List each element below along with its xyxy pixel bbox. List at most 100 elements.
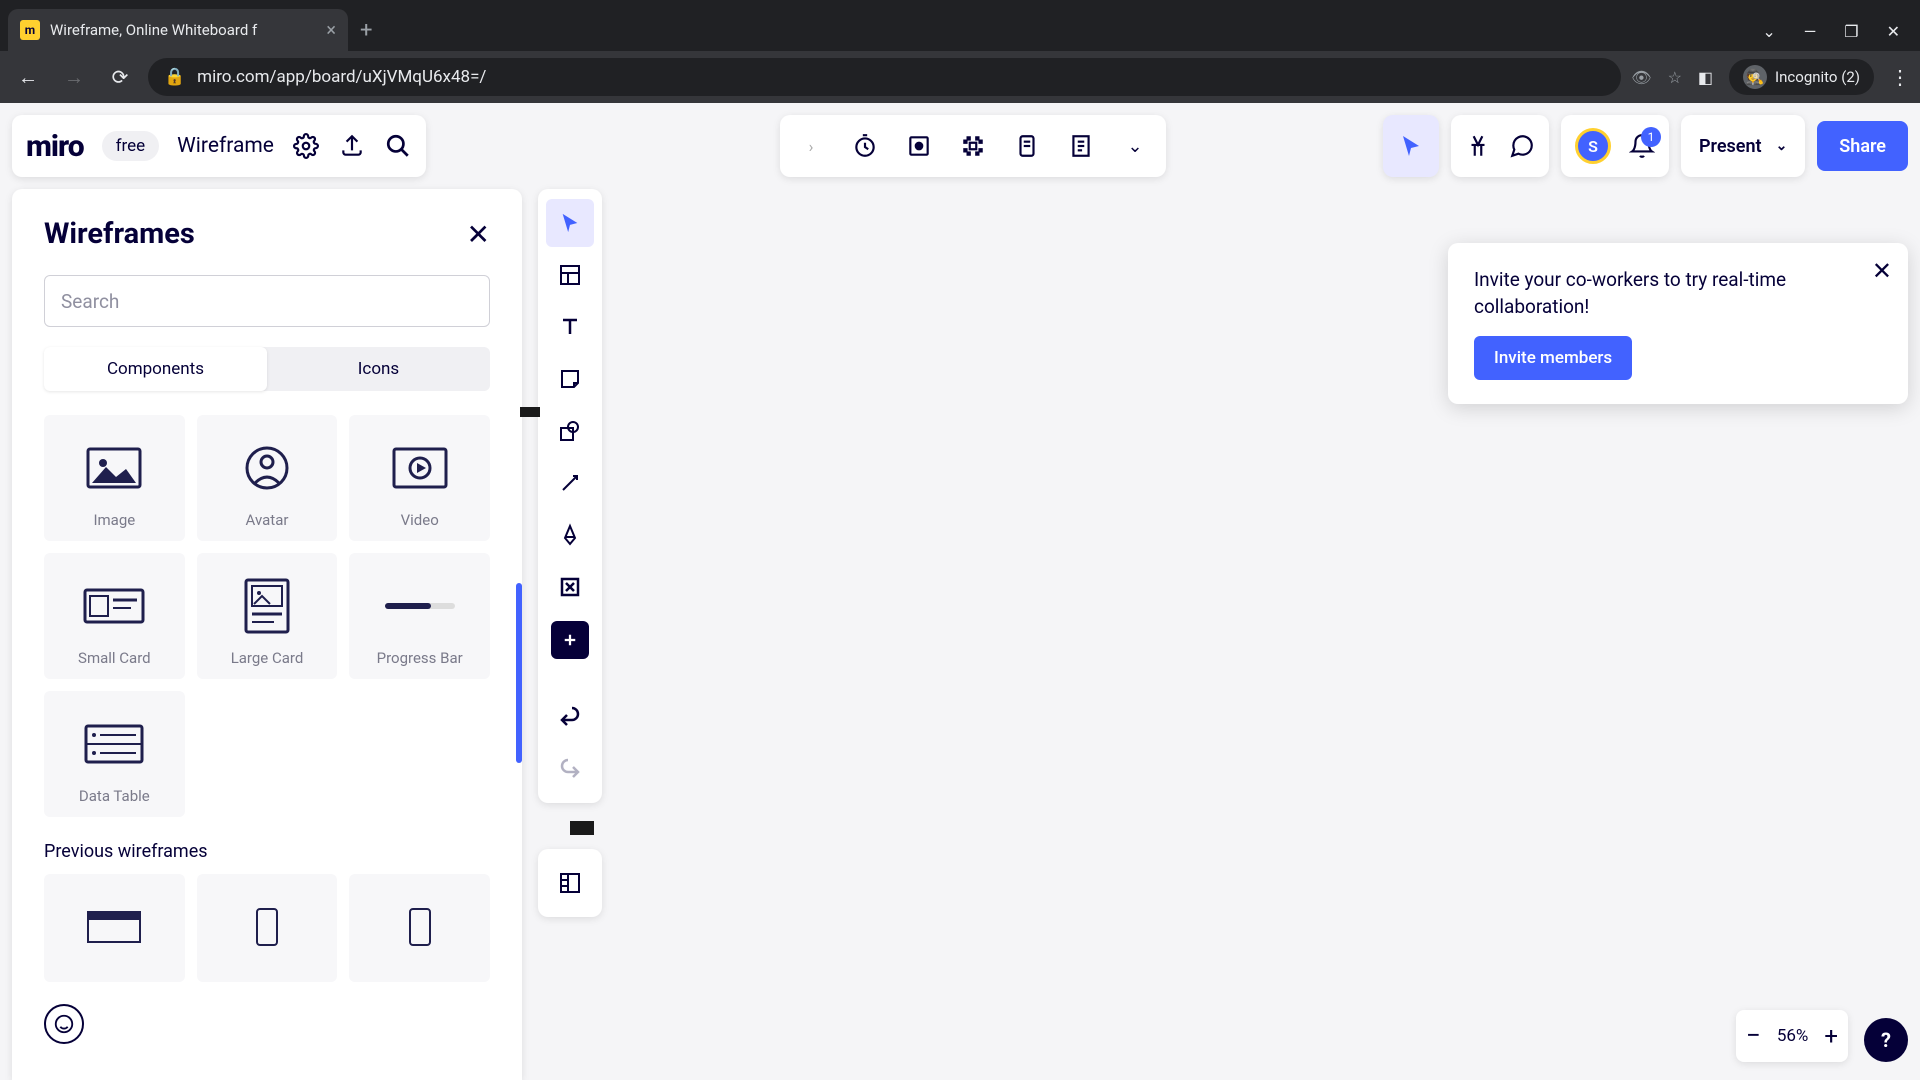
minimize-icon[interactable]: ―	[1804, 22, 1817, 41]
tabs-dropdown-icon[interactable]: ⌄	[1762, 22, 1775, 41]
component-label: Small Card	[52, 649, 177, 667]
notifications-button[interactable]: 1	[1629, 133, 1655, 159]
component-label: Image	[52, 511, 177, 529]
kebab-menu-icon[interactable]: ⋮	[1890, 65, 1910, 89]
reactions-icon[interactable]	[1465, 133, 1491, 159]
previous-wireframes-title: Previous wireframes	[44, 841, 490, 862]
text-tool[interactable]	[546, 303, 594, 351]
redo-button[interactable]	[546, 745, 594, 793]
frame-label[interactable]: Copy of Phone	[770, 365, 900, 389]
zoom-level[interactable]: 56%	[1777, 1026, 1809, 1046]
select-tool[interactable]	[546, 199, 594, 247]
url-text: miro.com/app/board/uXjVMqU6x48=/	[197, 67, 486, 87]
forward-button[interactable]: →	[56, 59, 92, 95]
export-icon[interactable]	[338, 132, 366, 160]
board-name[interactable]: Wireframe	[177, 134, 274, 158]
help-button[interactable]: ?	[1864, 1018, 1908, 1062]
comments-icon[interactable]	[1509, 133, 1535, 159]
note-icon[interactable]	[1064, 129, 1098, 163]
user-avatar[interactable]: S	[1575, 128, 1611, 164]
reload-button[interactable]: ⟳	[102, 59, 138, 95]
present-label: Present	[1699, 136, 1762, 157]
previous-wireframe-item[interactable]	[349, 874, 490, 982]
previous-wireframe-item[interactable]	[197, 874, 338, 982]
side-panel-icon[interactable]: ◧	[1698, 68, 1713, 87]
panel-tab-switch: Components Icons	[44, 347, 490, 391]
connection-line-tool[interactable]	[546, 459, 594, 507]
bookmark-star-icon[interactable]: ☆	[1668, 68, 1682, 87]
component-label: Progress Bar	[357, 649, 482, 667]
reactions-comments-box	[1451, 115, 1549, 177]
large-card-icon	[244, 578, 290, 634]
lock-icon: 🔒	[164, 67, 185, 87]
plan-badge[interactable]: free	[102, 131, 160, 161]
phone-tab-close[interactable]: Close	[937, 445, 972, 469]
cursor-mode-button[interactable]	[1383, 115, 1439, 177]
present-button[interactable]: Present ⌄	[1681, 115, 1805, 177]
panel-close-icon[interactable]: ✕	[467, 218, 490, 251]
data-table-icon	[84, 724, 144, 764]
expand-toolbar-icon[interactable]: ›	[794, 129, 828, 163]
image-icon	[86, 447, 142, 489]
presentation-icon[interactable]	[956, 129, 990, 163]
miro-logo[interactable]: miro	[26, 129, 84, 164]
browser-toolbar: ← → ⟳ 🔒 miro.com/app/board/uXjVMqU6x48=/…	[0, 51, 1920, 103]
back-button[interactable]: ←	[10, 59, 46, 95]
sticky-note-tool[interactable]	[546, 355, 594, 403]
tab-components[interactable]: Components	[44, 347, 267, 391]
settings-icon[interactable]	[292, 132, 320, 160]
component-progress-bar[interactable]: Progress Bar	[349, 553, 490, 679]
collaborators-box: S 1	[1561, 115, 1669, 177]
zoom-in-button[interactable]: +	[1824, 1022, 1838, 1050]
component-avatar[interactable]: Avatar	[197, 415, 338, 541]
incognito-label: Incognito (2)	[1775, 68, 1860, 86]
component-small-card[interactable]: Small Card	[44, 553, 185, 679]
phone-tab-archived[interactable]: Archived	[1008, 445, 1062, 469]
component-image[interactable]: Image	[44, 415, 185, 541]
timer-icon[interactable]	[848, 129, 882, 163]
undo-button[interactable]	[546, 693, 594, 741]
close-window-icon[interactable]: ✕	[1887, 22, 1900, 41]
image-placeholder[interactable]	[868, 495, 1138, 655]
phone-frame[interactable]: Open Close Archived	[770, 393, 1530, 753]
zoom-out-button[interactable]: −	[1746, 1021, 1761, 1051]
more-apps-icon[interactable]: ⌄	[1118, 129, 1152, 163]
phone-notch	[798, 503, 820, 643]
miro-favicon: m	[20, 20, 40, 40]
browser-tab-strip: m Wireframe, Online Whiteboard f × + ⌄ ―…	[0, 0, 1920, 51]
component-video[interactable]: Video	[349, 415, 490, 541]
estimation-icon[interactable]	[1010, 129, 1044, 163]
share-button[interactable]: Share	[1817, 121, 1908, 171]
chevron-down-icon[interactable]: ⌄	[1776, 138, 1788, 154]
component-large-card[interactable]: Large Card	[197, 553, 338, 679]
smiley-icon	[53, 1013, 75, 1035]
pen-tool[interactable]	[546, 511, 594, 559]
more-tools-button[interactable]	[551, 621, 589, 659]
eye-off-icon[interactable]: 👁	[1631, 68, 1651, 87]
new-tab-button[interactable]: +	[360, 18, 372, 43]
popup-close-icon[interactable]: ✕	[1872, 257, 1892, 285]
maximize-icon[interactable]: ❐	[1844, 22, 1858, 41]
browser-tab[interactable]: m Wireframe, Online Whiteboard f ×	[8, 9, 348, 51]
search-icon[interactable]	[384, 132, 412, 160]
wireframes-panel: Wireframes ✕ Components Icons Image Avat…	[12, 189, 522, 1080]
panel-search-input[interactable]	[44, 275, 490, 327]
previous-wireframe-item[interactable]	[44, 874, 185, 982]
incognito-badge[interactable]: 🕵 Incognito (2)	[1729, 59, 1874, 95]
component-label: Data Table	[52, 787, 177, 805]
templates-tool[interactable]	[546, 251, 594, 299]
component-data-table[interactable]: Data Table	[44, 691, 185, 817]
tab-close-icon[interactable]: ×	[326, 20, 336, 41]
voting-icon[interactable]	[902, 129, 936, 163]
invite-members-button[interactable]: Invite members	[1474, 336, 1632, 380]
panel-scrollbar[interactable]	[516, 583, 522, 763]
address-bar[interactable]: 🔒 miro.com/app/board/uXjVMqU6x48=/	[148, 58, 1621, 96]
frame-tool[interactable]	[546, 563, 594, 611]
slides-panel-button[interactable]	[546, 859, 594, 907]
feedback-button[interactable]	[44, 1004, 84, 1044]
previous-wireframes-grid	[44, 874, 490, 982]
shapes-tool[interactable]	[546, 407, 594, 455]
tab-icons[interactable]: Icons	[267, 347, 490, 391]
phone-tab-open[interactable]: Open	[868, 445, 901, 469]
incognito-icon: 🕵	[1743, 65, 1767, 89]
